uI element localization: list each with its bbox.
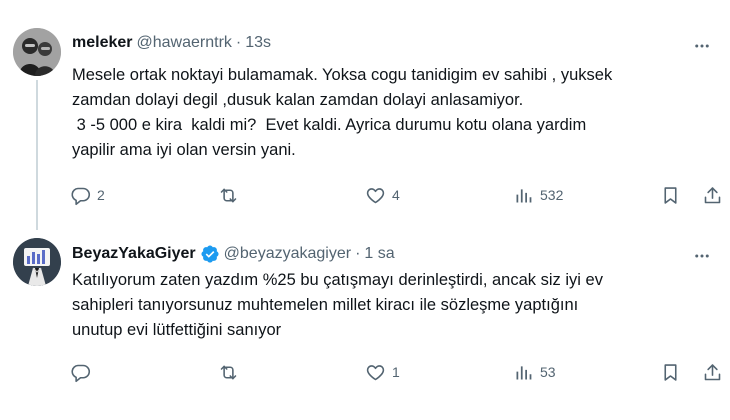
action-bar: 2 4 532: [62, 178, 722, 212]
bookmark-icon: [664, 363, 677, 381]
views-icon: [516, 365, 532, 379]
tweet-header: BeyazYakaGiyer @beyazyakagiyer · 1 sa: [72, 244, 395, 264]
action-bar: 1 53: [62, 355, 722, 389]
tweet-header: meleker @hawaerntrk · 13s: [72, 34, 271, 52]
tweet-text: Katılıyorum zaten yazdım %25 bu çatışmay…: [72, 268, 702, 343]
share-button[interactable]: [702, 355, 723, 389]
more-icon[interactable]: [692, 246, 712, 266]
views-count: 53: [540, 364, 556, 380]
share-button[interactable]: [702, 178, 723, 212]
bookmark-button[interactable]: [660, 355, 681, 389]
timestamp[interactable]: 1 sa: [364, 245, 394, 263]
tweet-text-line: Katılıyorum zaten yazdım %25 bu çatışmay…: [72, 271, 603, 289]
tweet-text-line: Mesele ortak noktayi bulamamak. Yoksa co…: [72, 66, 613, 84]
heart-icon: [366, 187, 385, 203]
avatar[interactable]: [13, 238, 61, 286]
avatar[interactable]: [13, 28, 61, 76]
reply-icon: [71, 364, 91, 382]
repost-button[interactable]: [218, 355, 245, 389]
tweet-text-line: sahipleri tanıyorsunuz muhtemelen millet…: [72, 296, 579, 314]
repost-icon: [220, 188, 237, 202]
verified-badge-icon: [201, 245, 219, 263]
tweet-text-line: unutup evi lütfettiğini sanıyor: [72, 321, 282, 339]
reply-count: 2: [97, 187, 105, 203]
share-icon: [704, 186, 721, 203]
bookmark-icon: [664, 186, 677, 204]
timestamp[interactable]: 13s: [245, 34, 271, 52]
more-icon[interactable]: [692, 36, 712, 56]
heart-icon: [366, 364, 385, 380]
reply-button[interactable]: [70, 355, 97, 389]
separator-dot: ·: [355, 245, 361, 262]
like-button[interactable]: 4: [365, 178, 400, 212]
handle[interactable]: @hawaerntrk: [137, 34, 232, 52]
separator-dot: ·: [235, 34, 242, 51]
tweet-text: Mesele ortak noktayi bulamamak. Yoksa co…: [72, 63, 702, 163]
repost-button[interactable]: [218, 178, 245, 212]
reply-button[interactable]: 2: [70, 178, 105, 212]
tweet-text-line: 3 -5 000 e kira kaldi mi? Evet kaldi. Ay…: [72, 116, 587, 134]
like-count: 4: [392, 187, 400, 203]
views-icon: [516, 188, 532, 202]
bookmark-button[interactable]: [660, 178, 681, 212]
views-count: 532: [540, 187, 564, 203]
reply-icon: [71, 187, 91, 205]
thread-connector-line: [36, 80, 38, 230]
share-icon: [704, 363, 721, 380]
like-button[interactable]: 1: [365, 355, 400, 389]
tweet[interactable]: meleker @hawaerntrk · 13s Mesele ortak n…: [0, 0, 730, 230]
tweet-text-line: zamdan dolayi degil ,dusuk kalan zamdan …: [72, 91, 524, 109]
tweet-text-line: yapilir ama iyi olan versin yani.: [72, 141, 296, 159]
views-button[interactable]: 53: [513, 355, 556, 389]
views-button[interactable]: 532: [513, 178, 563, 212]
display-name[interactable]: meleker: [72, 34, 133, 52]
repost-icon: [220, 365, 237, 379]
like-count: 1: [392, 364, 400, 380]
handle[interactable]: @beyazyakagiyer: [224, 245, 351, 263]
tweet[interactable]: BeyazYakaGiyer @beyazyakagiyer · 1 sa Ka…: [0, 230, 730, 420]
display-name[interactable]: BeyazYakaGiyer: [72, 245, 196, 263]
